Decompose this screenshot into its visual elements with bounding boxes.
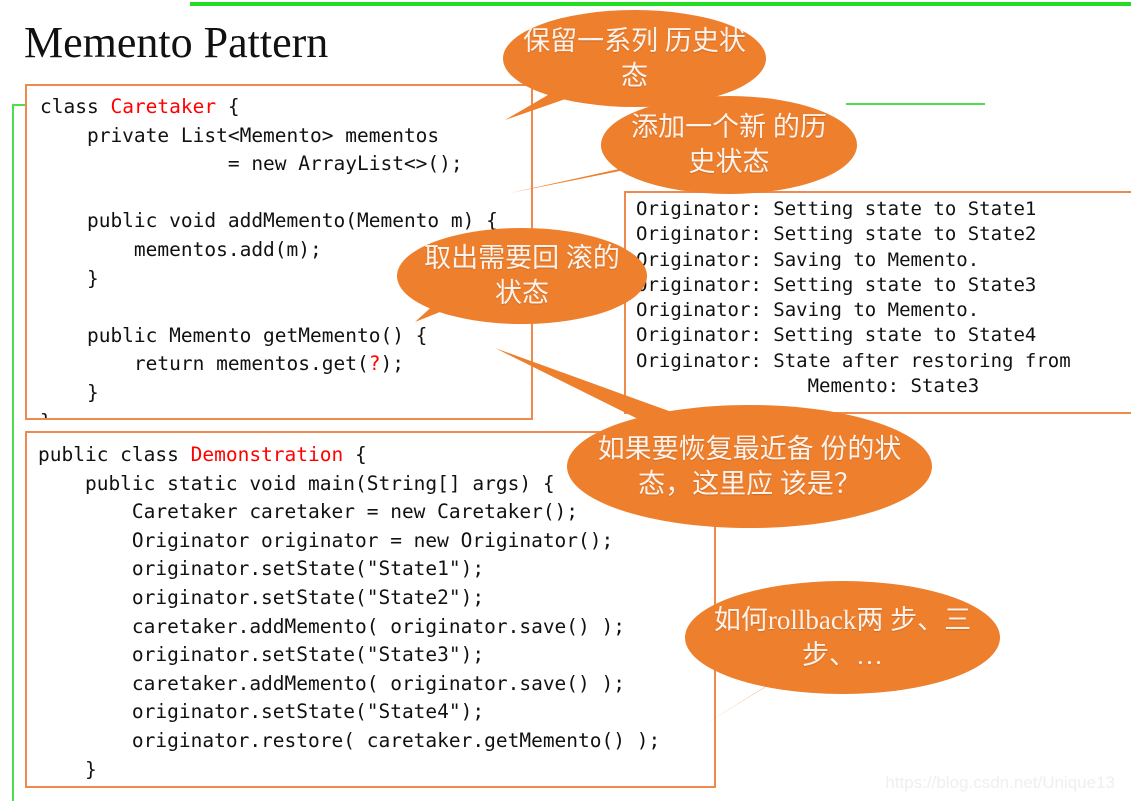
callout-which-index: 如果要恢复最近备 份的状态，这里应 该是？: [567, 405, 932, 528]
callout-rollback-steps: 如何rollback两 步、三步、…: [685, 581, 1000, 694]
callout-keep-history-text: 保留一系列 历史状态: [523, 25, 746, 91]
callout-rollback-steps-text: 如何rollback两 步、三步、…: [713, 604, 972, 670]
callout-keep-history: 保留一系列 历史状态: [503, 10, 766, 107]
watermark: https://blog.csdn.net/Unique13: [885, 773, 1115, 792]
callout-fetch-rollback-text: 取出需要回 滚的状态: [424, 243, 620, 308]
callout-add-new-state-text: 添加一个新 的历史状态: [631, 112, 827, 177]
callout-which-index-text: 如果要恢复最近备 份的状态，这里应 该是？: [597, 433, 902, 499]
slide-canvas: Memento Pattern class Caretaker { privat…: [0, 0, 1131, 801]
callout-add-new-state: 添加一个新 的历史状态: [601, 96, 857, 194]
bubble-tails-layer: [415, 80, 790, 727]
tail-which-index: [495, 348, 680, 420]
callout-fetch-rollback: 取出需要回 滚的状态: [397, 228, 647, 324]
